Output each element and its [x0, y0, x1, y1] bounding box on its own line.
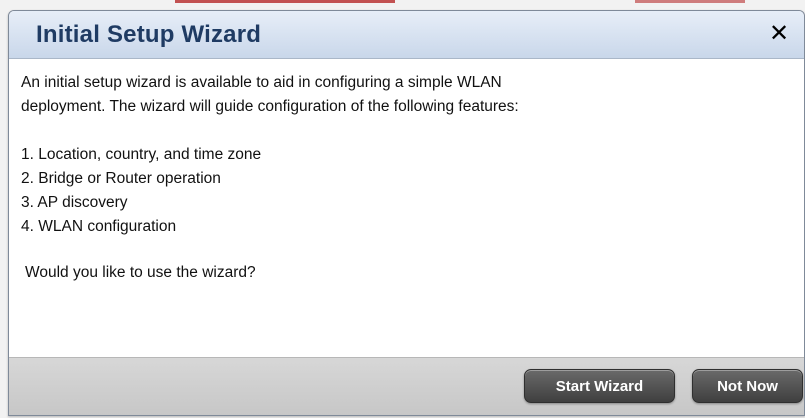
setup-wizard-dialog: Initial Setup Wizard ✕ An initial setup …: [8, 10, 805, 416]
background-underlay: [0, 0, 805, 10]
feature-list: 1. Location, country, and time zone 2. B…: [21, 143, 790, 239]
feature-item: 2. Bridge or Router operation: [21, 170, 221, 187]
not-now-button[interactable]: Not Now: [692, 369, 803, 403]
dialog-content: An initial setup wizard is available to …: [9, 59, 804, 357]
screen: Initial Setup Wizard ✕ An initial setup …: [0, 0, 805, 418]
dialog-footer: Start Wizard Not Now: [9, 357, 804, 415]
background-accent: [635, 0, 745, 3]
feature-item: 1. Location, country, and time zone: [21, 146, 262, 163]
dialog-title: Initial Setup Wizard: [36, 20, 262, 48]
feature-item: 3. AP discovery: [21, 194, 128, 211]
wizard-question: Would you like to use the wizard?: [25, 264, 256, 281]
intro-line-2: deployment. The wizard will guide config…: [21, 98, 519, 115]
intro-line-1: An initial setup wizard is available to …: [21, 74, 502, 91]
start-wizard-button[interactable]: Start Wizard: [524, 369, 675, 403]
close-icon[interactable]: ✕: [765, 20, 793, 48]
feature-item: 4. WLAN configuration: [21, 218, 177, 235]
dialog-header: Initial Setup Wizard ✕: [9, 11, 804, 59]
background-accent: [175, 0, 395, 3]
